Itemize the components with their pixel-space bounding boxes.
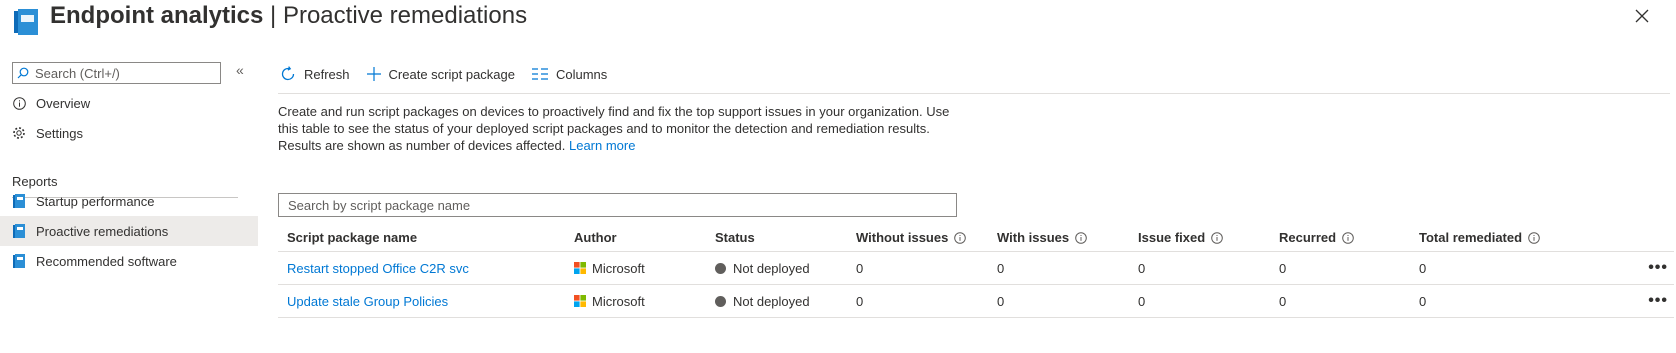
page-title-separator: | (263, 2, 283, 29)
page-title-main: Endpoint analytics (50, 2, 264, 29)
issue-fixed-cell: 0 (1129, 251, 1270, 285)
info-icon[interactable] (1211, 232, 1224, 244)
info-icon[interactable] (954, 232, 967, 244)
status-dot-icon (715, 262, 726, 274)
gear-icon (12, 126, 26, 140)
endpoint-analytics-icon (14, 9, 38, 35)
script-package-name-link[interactable]: Update stale Group Policies (287, 294, 448, 309)
script-package-name-link[interactable]: Restart stopped Office C2R svc (287, 261, 469, 276)
search-icon (17, 67, 29, 79)
refresh-label: Refresh (304, 66, 350, 82)
create-script-package-button[interactable]: Create script package (366, 66, 515, 82)
page-description: Create and run script packages on device… (278, 103, 958, 154)
column-header-status[interactable]: Status (706, 223, 847, 252)
recurred-cell: 0 (1270, 284, 1410, 318)
sidebar-item-overview[interactable]: Overview (0, 88, 258, 118)
create-script-package-label: Create script package (388, 66, 515, 82)
table-row[interactable]: Restart stopped Office C2R svc Microsoft… (278, 251, 1674, 285)
sidebar-item-startup-performance[interactable]: Startup performance (0, 186, 258, 216)
issue-fixed-cell: 0 (1129, 284, 1270, 318)
plus-icon (366, 67, 381, 81)
script-packages-table: Script package name Author Status Withou… (278, 223, 1674, 318)
toolbar-divider (278, 93, 1670, 94)
table-header-row: Script package name Author Status Withou… (278, 223, 1674, 252)
columns-label: Columns (555, 66, 608, 82)
learn-more-link[interactable]: Learn more (569, 138, 635, 153)
book-icon (12, 224, 26, 238)
page-title: Endpoint analytics | Proactive remediati… (50, 1, 527, 31)
page-title-sub: Proactive remediations (282, 2, 528, 29)
page-header: Endpoint analytics | Proactive remediati… (0, 0, 1676, 40)
sidebar-item-settings[interactable]: Settings (0, 118, 258, 148)
total-remediated-cell: 0 (1410, 284, 1630, 318)
sidebar-item-recommended-software[interactable]: Recommended software (0, 246, 258, 276)
column-header-without-issues[interactable]: Without issues (847, 223, 988, 252)
book-icon (12, 194, 26, 208)
double-chevron-left-icon[interactable]: « (236, 62, 244, 78)
author-cell: Microsoft (592, 293, 645, 309)
recurred-cell: 0 (1270, 251, 1410, 285)
with-issues-cell: 0 (988, 251, 1129, 285)
sidebar-search-placeholder: Search (Ctrl+/) (35, 65, 120, 81)
sidebar-item-label: Overview (36, 95, 91, 111)
status-dot-icon (715, 295, 726, 307)
status-cell: Not deployed (733, 260, 810, 276)
table-row[interactable]: Update stale Group Policies Microsoft No… (278, 284, 1674, 318)
info-icon[interactable] (1528, 232, 1540, 244)
column-header-name[interactable]: Script package name (278, 223, 565, 252)
columns-button[interactable]: Columns (531, 66, 608, 82)
without-issues-cell: 0 (847, 251, 988, 285)
script-package-search-placeholder: Search by script package name (288, 197, 471, 213)
columns-icon (531, 68, 548, 80)
more-actions-button[interactable]: ••• (1630, 284, 1674, 318)
refresh-icon (281, 66, 295, 81)
sidebar-item-label: Recommended software (36, 253, 177, 269)
info-icon[interactable] (1342, 232, 1354, 244)
with-issues-cell: 0 (988, 284, 1129, 318)
info-icon[interactable] (1075, 232, 1087, 244)
sidebar-item-label: Settings (36, 125, 83, 141)
refresh-button[interactable]: Refresh (280, 66, 350, 82)
column-header-total-remediated[interactable]: Total remediated (1410, 223, 1630, 252)
command-bar: Refresh Create script package Columns (280, 60, 624, 88)
script-package-search-input[interactable]: Search by script package name (278, 193, 957, 217)
status-cell: Not deployed (733, 293, 810, 309)
column-header-actions (1630, 223, 1674, 252)
info-icon (12, 96, 26, 110)
column-header-author[interactable]: Author (565, 223, 706, 252)
sidebar-item-label: Proactive remediations (36, 223, 169, 239)
sidebar-item-label: Startup performance (36, 193, 155, 209)
microsoft-logo-icon (574, 294, 586, 307)
close-icon[interactable] (1634, 8, 1650, 24)
sidebar-item-proactive-remediations[interactable]: Proactive remediations (0, 216, 258, 246)
book-icon (12, 254, 26, 268)
column-header-recurred[interactable]: Recurred (1270, 223, 1410, 252)
author-cell: Microsoft (592, 260, 645, 276)
microsoft-logo-icon (574, 261, 586, 274)
column-header-with-issues[interactable]: With issues (988, 223, 1129, 252)
more-actions-button[interactable]: ••• (1630, 251, 1674, 285)
sidebar-search-input[interactable]: Search (Ctrl+/) (12, 62, 221, 84)
column-header-issue-fixed[interactable]: Issue fixed (1129, 223, 1270, 252)
total-remediated-cell: 0 (1410, 251, 1630, 285)
without-issues-cell: 0 (847, 284, 988, 318)
